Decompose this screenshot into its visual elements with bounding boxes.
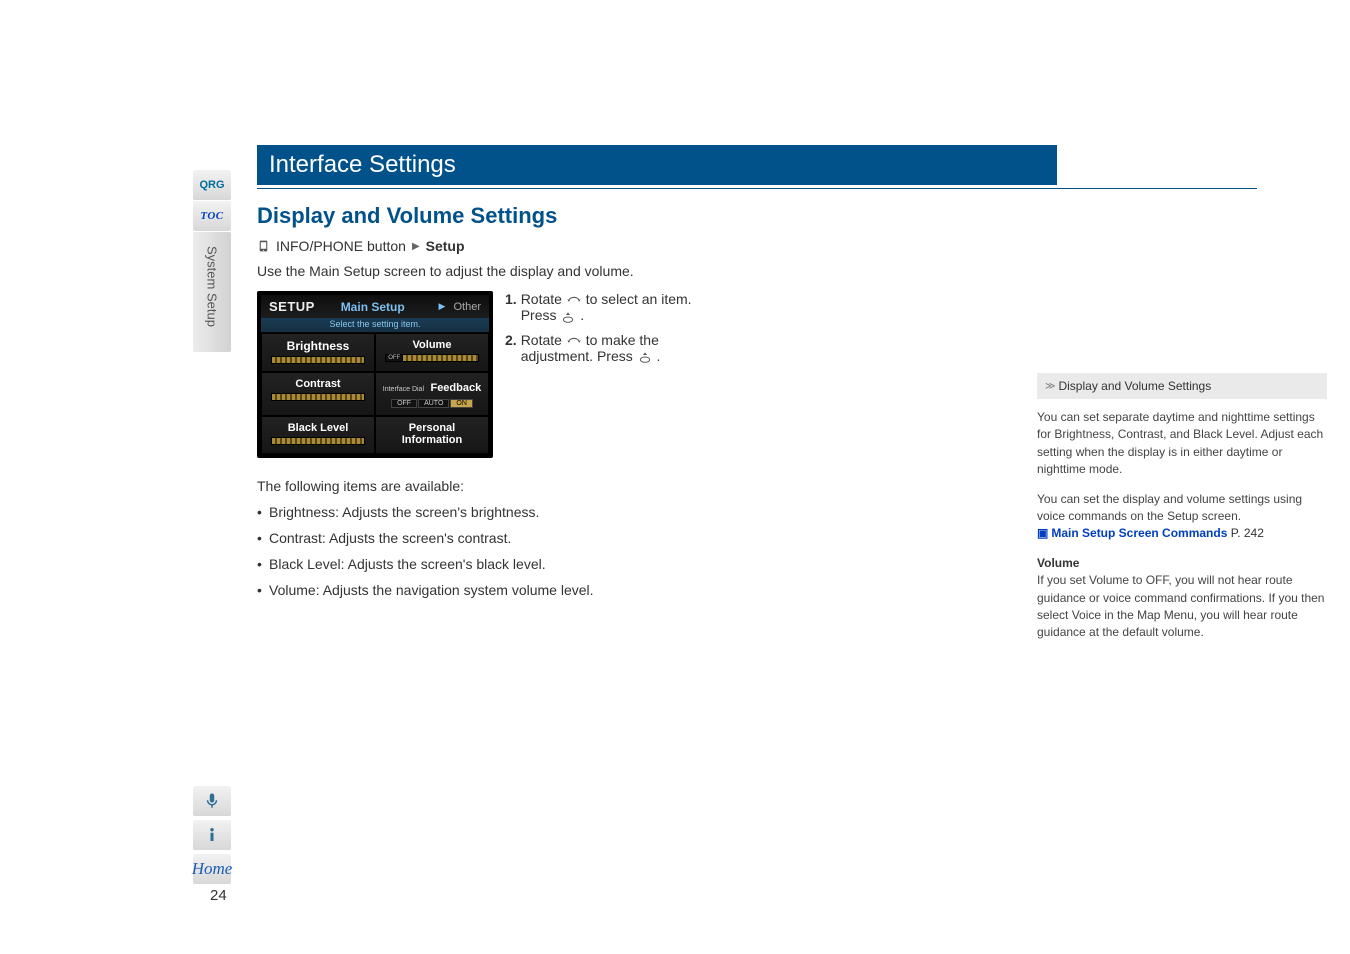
item-desc: Adjusts the screen's black level. bbox=[348, 556, 546, 572]
main-setup-commands-link[interactable]: Main Setup Screen Commands bbox=[1051, 526, 1227, 540]
tip-paragraph: You can set the display and volume setti… bbox=[1037, 491, 1327, 543]
interface-dial-small: Interface Dial bbox=[383, 386, 424, 393]
device-feedback-cell: Interface Dial Feedback OFF AUTO ON bbox=[375, 372, 489, 416]
toc-button[interactable]: TOC bbox=[193, 201, 231, 231]
step1-pre: Rotate bbox=[521, 291, 566, 307]
step1-end: . bbox=[580, 307, 584, 323]
device-brightness-label: Brightness bbox=[266, 339, 370, 353]
tip-header-text: Display and Volume Settings bbox=[1058, 379, 1211, 393]
chevron-right-icon: ▶ bbox=[412, 241, 420, 252]
item-desc: Adjusts the screen's brightness. bbox=[342, 504, 539, 520]
rotate-dial-icon bbox=[566, 334, 582, 348]
feedback-segments: OFF AUTO ON bbox=[380, 399, 484, 408]
chevrons-icon: ≫ bbox=[1045, 381, 1052, 392]
item-label: Contrast: bbox=[269, 530, 326, 546]
page-ref: P. 242 bbox=[1231, 526, 1264, 540]
list-item: Black Level: Adjusts the screen's black … bbox=[257, 556, 757, 572]
step2-end: . bbox=[657, 348, 661, 364]
device-other: Other bbox=[453, 301, 481, 313]
breadcrumb-button: INFO/PHONE button bbox=[276, 238, 406, 254]
blacklevel-bar bbox=[271, 437, 365, 445]
device-main-setup: Main Setup bbox=[341, 300, 405, 314]
volume-off-seg: OFF bbox=[386, 355, 403, 361]
tip-paragraph: You can set separate daytime and nightti… bbox=[1037, 409, 1327, 479]
item-desc: Adjusts the screen's contrast. bbox=[329, 530, 511, 546]
breadcrumb-setup: Setup bbox=[426, 238, 465, 254]
play-icon: ▶ bbox=[439, 301, 446, 312]
tip-header: ≫ Display and Volume Settings bbox=[1037, 373, 1327, 399]
list-item: Brightness: Adjusts the screen's brightn… bbox=[257, 504, 757, 520]
device-information-label: Information bbox=[380, 434, 484, 446]
device-contrast-label: Contrast bbox=[266, 378, 370, 390]
step2-pre: Rotate bbox=[521, 332, 566, 348]
press-dial-icon bbox=[560, 310, 576, 324]
seg-off: OFF bbox=[391, 399, 417, 408]
info-phone-icon bbox=[257, 237, 270, 255]
item-label: Brightness: bbox=[269, 504, 339, 520]
rotate-dial-icon bbox=[566, 293, 582, 307]
device-screenshot: SETUP Main Setup ▶ Other Select the sett… bbox=[257, 291, 493, 458]
volume-bar: OFF bbox=[385, 354, 479, 362]
step-2: 2. Rotate to make the adjustment. Press … bbox=[505, 332, 715, 365]
page-number: 24 bbox=[210, 887, 227, 904]
step-1: 1. Rotate to select an item. Press . bbox=[505, 291, 715, 324]
intro-text: Use the Main Setup screen to adjust the … bbox=[257, 263, 1140, 279]
section-tab-system-setup[interactable]: System Setup bbox=[193, 232, 231, 352]
device-volume-cell: Volume OFF bbox=[375, 333, 489, 372]
section-heading: Display and Volume Settings bbox=[257, 203, 1140, 229]
item-desc: Adjusts the navigation system volume lev… bbox=[323, 582, 594, 598]
device-feedback-label: Feedback bbox=[430, 382, 481, 394]
device-contrast-cell: Contrast bbox=[261, 372, 375, 416]
press-dial-icon bbox=[637, 350, 653, 364]
device-personal-label: Personal bbox=[380, 422, 484, 434]
page-title: Interface Settings bbox=[257, 145, 1057, 185]
seg-on: ON bbox=[450, 399, 473, 408]
item-label: Black Level: bbox=[269, 556, 344, 572]
list-item: Volume: Adjusts the navigation system vo… bbox=[257, 582, 757, 598]
brightness-bar bbox=[271, 356, 365, 364]
info-icon[interactable] bbox=[193, 820, 231, 850]
device-subheader: Select the setting item. bbox=[261, 318, 489, 333]
device-blacklevel-cell: Black Level bbox=[261, 416, 375, 454]
items-intro: The following items are available: bbox=[257, 478, 757, 494]
device-setup-label: SETUP bbox=[269, 299, 315, 314]
home-button[interactable]: Home bbox=[193, 854, 231, 884]
tip-paragraph: Volume If you set Volume to OFF, you wil… bbox=[1037, 555, 1327, 642]
voice-icon[interactable] bbox=[193, 786, 231, 816]
volume-heading: Volume bbox=[1037, 555, 1327, 572]
seg-auto: AUTO bbox=[418, 399, 449, 408]
device-personal-cell: Personal Information bbox=[375, 416, 489, 454]
device-brightness-cell: Brightness bbox=[261, 333, 375, 372]
breadcrumb: INFO/PHONE button ▶ Setup bbox=[257, 237, 1140, 255]
list-item: Contrast: Adjusts the screen's contrast. bbox=[257, 530, 757, 546]
device-volume-label: Volume bbox=[380, 339, 484, 351]
item-label: Volume: bbox=[269, 582, 320, 598]
device-blacklevel-label: Black Level bbox=[266, 422, 370, 434]
link-icon: ▣ bbox=[1037, 526, 1048, 540]
contrast-bar bbox=[271, 393, 365, 401]
qrg-button[interactable]: QRG bbox=[193, 170, 231, 200]
